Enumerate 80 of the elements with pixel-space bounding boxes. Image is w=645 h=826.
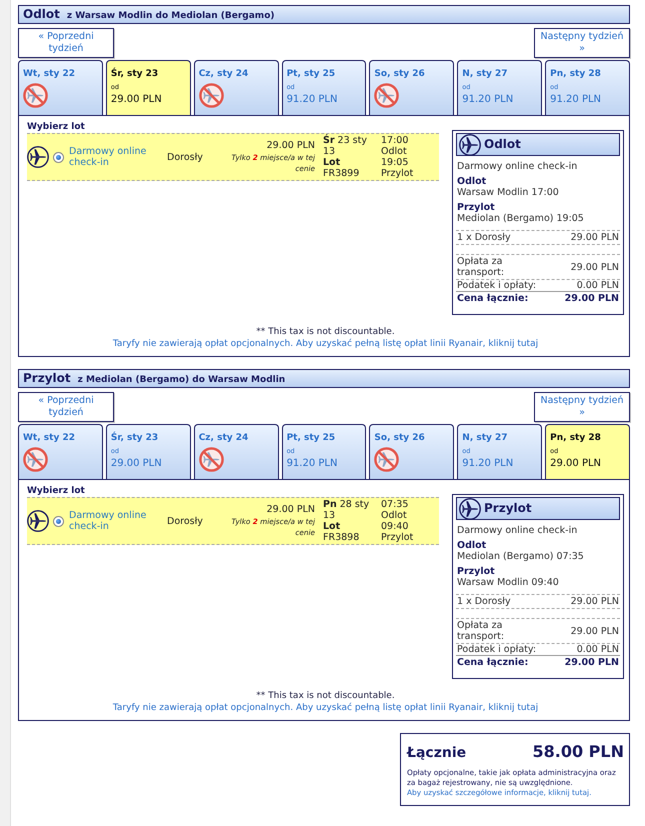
summary-fare-name: Darmowy online check-in <box>456 525 578 536</box>
fees-info-link[interactable]: Taryfy nie zawierają opłat opcjonalnych. Aby uzyskać pełną listę opłat linii Ryanair, kliknij tutaj <box>112 702 538 714</box>
no-flights-icon <box>23 447 48 472</box>
price-label: Cena łącznie: <box>457 293 528 304</box>
arrival-heading: Przylot <box>456 202 496 213</box>
price-value: 0.00 PLN <box>576 644 619 655</box>
tax-note: ** This tax is not discountable. <box>256 690 395 702</box>
day-tab[interactable]: So, sty 26 <box>369 60 454 115</box>
no-flights-icon <box>23 83 48 108</box>
arrival-detail: Mediolan (Bergamo) 19:05 <box>456 213 585 224</box>
flight-number: FR3899 <box>323 168 360 179</box>
tax-note: ** This tax is not discountable. <box>256 326 395 338</box>
price-label: Podatek i opłaty: <box>457 644 536 655</box>
summary-fare-name: Darmowy online check-in <box>456 161 578 172</box>
summary-title: Odlot <box>484 139 521 150</box>
price-value: 29.00 PLN <box>564 293 619 304</box>
radio-button[interactable] <box>53 152 64 162</box>
price-label: Opłata za transport: <box>457 256 506 278</box>
choose-flight-heading: Wybierz lot <box>27 485 86 497</box>
arrival-label: Przylot <box>381 532 414 543</box>
fare-name[interactable]: Darmowy online check-in <box>69 510 167 532</box>
flight-number: FR3898 <box>323 532 360 543</box>
price-value: 29.00 PLN <box>570 232 619 243</box>
flight-date: Pn 28 sty 13 <box>323 499 370 521</box>
price-label: 1 x Dorosły <box>457 596 511 607</box>
plane-icon <box>27 510 49 532</box>
previous-week-button[interactable]: « Poprzedni tydzień <box>18 28 114 58</box>
departure-label: Odlot <box>381 510 408 521</box>
previous-week-button[interactable]: « Poprzedni tydzień <box>18 392 114 422</box>
no-flights-icon <box>198 447 224 472</box>
departure-time: 17:00 <box>381 135 410 146</box>
price-value: 29.00 PLN <box>570 262 619 272</box>
day-tab[interactable]: Cz, sty 24 <box>194 60 279 115</box>
departure-detail: Mediolan (Bergamo) 07:35 <box>456 551 585 562</box>
summary-title: Przylot <box>484 503 532 514</box>
departure-heading: Odlot <box>456 176 488 187</box>
price-label: Opłata za transport: <box>457 620 506 642</box>
price-label: Cena łącznie: <box>457 657 528 668</box>
route-text: z Warsaw Modlin do Mediolan (Bergamo) <box>66 10 274 23</box>
no-flights-icon <box>374 83 400 108</box>
departure-label: Odlot <box>381 146 408 157</box>
arrival-detail: Warsaw Modlin 09:40 <box>456 577 560 588</box>
price-label: 1 x Dorosły <box>457 232 511 243</box>
price-value: 29.00 PLN <box>564 657 619 668</box>
passenger-type: Dorosły <box>167 516 204 526</box>
fare-price: 29.00 PLN <box>266 140 315 152</box>
price-value: 29.00 PLN <box>570 596 619 607</box>
section-title: Przylot <box>23 370 71 387</box>
plane-icon <box>27 146 49 168</box>
price-value: 0.00 PLN <box>576 280 619 291</box>
flight-label: Lot <box>323 521 342 532</box>
total-amount: 58.00 PLN <box>532 742 624 761</box>
departure-heading: Odlot <box>456 540 488 551</box>
route-text: z Mediolan (Bergamo) do Warsaw Modlin <box>78 374 286 387</box>
departure-detail: Warsaw Modlin 17:00 <box>456 187 560 198</box>
flight-date: Śr 23 sty 13 <box>323 135 368 157</box>
price-value: 29.00 PLN <box>570 626 619 636</box>
total-label: Łącznie <box>407 745 466 761</box>
price-label: Podatek i opłaty: <box>457 280 536 291</box>
arrival-heading: Przylot <box>456 566 496 577</box>
radio-button[interactable] <box>53 516 64 526</box>
next-week-button[interactable]: Następny tydzień » <box>534 28 630 58</box>
no-flights-icon <box>374 447 400 472</box>
day-tab[interactable]: So, sty 26 <box>369 424 454 479</box>
day-tab[interactable]: Wt, sty 22 <box>18 60 103 115</box>
fees-info-link[interactable]: Taryfy nie zawierają opłat opcjonalnych. Aby uzyskać pełną listę opłat linii Ryanair, kliknij tutaj <box>112 338 538 350</box>
arrival-label: Przylot <box>381 168 414 179</box>
day-tab[interactable]: Cz, sty 24 <box>194 424 279 479</box>
arrival-time: 09:40 <box>381 521 410 532</box>
choose-flight-heading: Wybierz lot <box>27 121 86 133</box>
fare-name[interactable]: Darmowy online check-in <box>69 146 167 168</box>
passenger-type: Dorosły <box>167 152 204 162</box>
departure-time: 07:35 <box>381 499 410 510</box>
fare-price: 29.00 PLN <box>266 504 315 516</box>
section-title: Odlot <box>23 6 60 23</box>
next-week-button[interactable]: Następny tydzień » <box>534 392 630 422</box>
day-tab[interactable]: Wt, sty 22 <box>18 424 103 479</box>
flight-label: Lot <box>323 157 342 168</box>
no-flights-icon <box>198 83 224 108</box>
arrival-time: 19:05 <box>381 157 410 168</box>
